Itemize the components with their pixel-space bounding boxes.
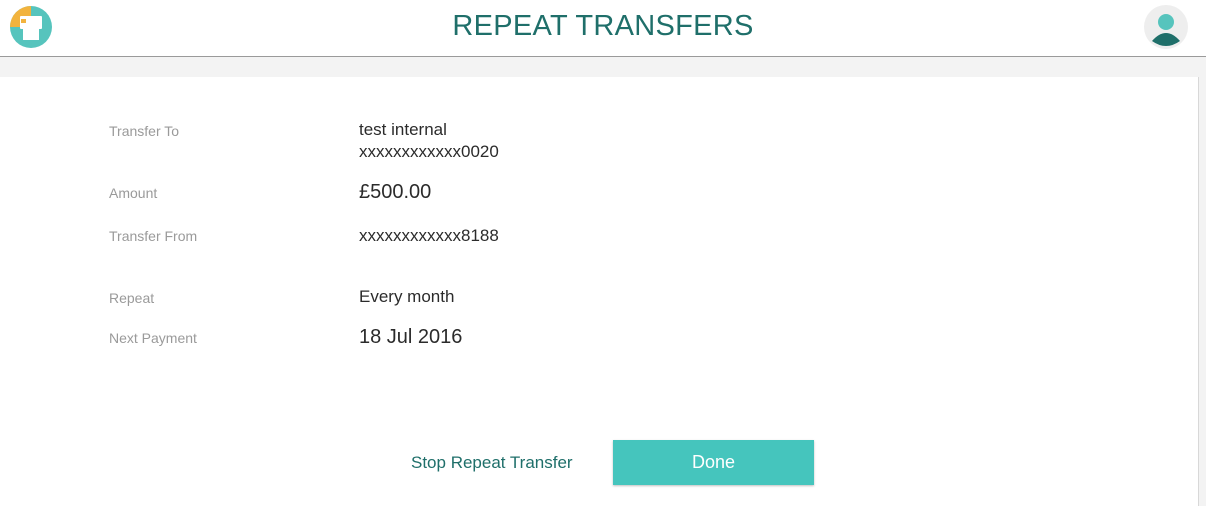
transfer-to-name: test internal xyxy=(359,120,447,139)
amount-value: £500.00 xyxy=(359,181,432,203)
transfer-to-label: Transfer To xyxy=(109,123,180,139)
repeat-value: Every month xyxy=(359,287,455,306)
next-payment-value: 18 Jul 2016 xyxy=(359,326,463,348)
transfer-to-account: xxxxxxxxxxxx0020 xyxy=(359,142,499,161)
transfer-from-label: Transfer From xyxy=(109,228,198,244)
stop-repeat-transfer-link[interactable]: Stop Repeat Transfer xyxy=(411,453,573,473)
next-payment-label: Next Payment xyxy=(109,330,197,346)
transfer-details-panel: Transfer To test internal xxxxxxxxxxxx00… xyxy=(0,77,1199,506)
amount-label: Amount xyxy=(109,185,158,201)
transfer-from-account: xxxxxxxxxxxx8188 xyxy=(359,226,499,245)
done-button[interactable]: Done xyxy=(613,440,814,485)
user-avatar-icon[interactable] xyxy=(1144,5,1188,49)
app-header: REPEAT TRANSFERS xyxy=(0,0,1206,57)
repeat-label: Repeat xyxy=(109,290,155,306)
page-title: REPEAT TRANSFERS xyxy=(452,10,754,42)
